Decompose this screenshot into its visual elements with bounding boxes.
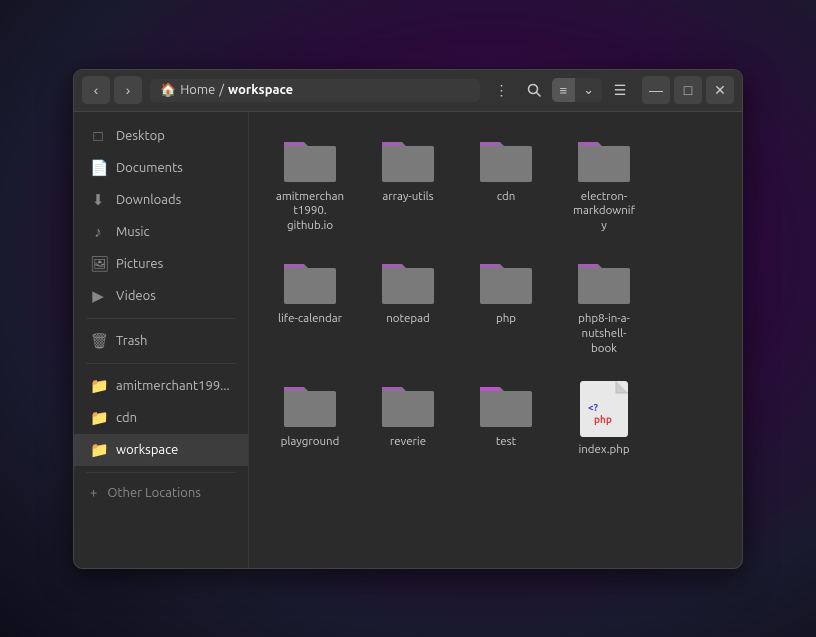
sidebar-item-cdn[interactable]: 📁 cdn	[74, 402, 248, 434]
sidebar-item-trash[interactable]: 🗑 Trash	[74, 325, 248, 357]
view-toggle: ≡ ⌄	[552, 78, 603, 102]
sidebar-label-downloads: Downloads	[116, 193, 181, 207]
close-button[interactable]: ✕	[706, 76, 734, 104]
file-item-electron-markdownify[interactable]: electron-markdownify	[559, 128, 649, 243]
sidebar-label-desktop: Desktop	[116, 129, 165, 143]
home-icon: 🏠	[160, 83, 176, 98]
desktop-icon: □	[90, 127, 106, 145]
file-item-playground[interactable]: playground	[265, 373, 355, 466]
file-item-test[interactable]: test	[461, 373, 551, 466]
file-item-array-utils[interactable]: array-utils	[363, 128, 453, 243]
file-item-amitmerchant[interactable]: amitmerchant1990.github.io	[265, 128, 355, 243]
pictures-icon: 🖼	[90, 255, 106, 273]
sidebar-divider-3	[86, 472, 236, 473]
file-name-life-calendar: life-calendar	[278, 312, 342, 327]
documents-icon: 📄	[90, 159, 106, 177]
sidebar-item-pictures[interactable]: 🖼 Pictures	[74, 248, 248, 280]
file-name-array-utils: array-utils	[382, 190, 433, 205]
other-locations-button[interactable]: + Other Locations	[74, 479, 248, 507]
back-button[interactable]: ‹	[82, 76, 110, 104]
folder-icon-test	[478, 381, 534, 429]
file-name-playground: playground	[281, 435, 340, 450]
sidebar-label-music: Music	[116, 225, 150, 239]
amitmerchant-folder-icon: 📁	[90, 377, 106, 395]
window-controls: — □ ✕	[642, 76, 734, 104]
other-locations-label: Other Locations	[107, 486, 201, 500]
file-area: amitmerchant1990.github.io array-utils	[249, 112, 742, 568]
file-name-index-php: index.php	[578, 443, 629, 458]
breadcrumb-home[interactable]: Home	[180, 83, 215, 97]
titlebar: ‹ › 🏠 Home / workspace ⋮ ≡ ⌄ ☰ — □	[74, 70, 742, 112]
view-dropdown-button[interactable]: ⌄	[575, 78, 602, 102]
music-icon: ♪	[90, 223, 106, 241]
search-icon	[527, 83, 541, 97]
cdn-folder-icon: 📁	[90, 409, 106, 427]
sidebar-label-pictures: Pictures	[116, 257, 163, 271]
videos-icon: ▶	[90, 287, 106, 305]
menu-button[interactable]: ⋮	[488, 76, 516, 104]
sidebar-item-documents[interactable]: 📄 Documents	[74, 152, 248, 184]
file-manager: ‹ › 🏠 Home / workspace ⋮ ≡ ⌄ ☰ — □	[73, 69, 743, 569]
folder-icon-php	[478, 258, 534, 306]
file-name-reverie: reverie	[390, 435, 426, 450]
sidebar-label-amitmerchant: amitmerchant199...	[116, 379, 230, 393]
folder-icon-reverie	[380, 381, 436, 429]
svg-text:<?: <?	[588, 402, 599, 413]
folder-icon-cdn	[478, 136, 534, 184]
titlebar-right: ⋮ ≡ ⌄ ☰	[488, 76, 635, 104]
sidebar-item-desktop[interactable]: □ Desktop	[74, 120, 248, 152]
maximize-button[interactable]: □	[674, 76, 702, 104]
breadcrumb: 🏠 Home / workspace	[150, 79, 480, 102]
file-item-php8-book[interactable]: php8-in-a-nutshell-book	[559, 250, 649, 365]
folder-icon-php8-book	[576, 258, 632, 306]
add-icon: +	[90, 486, 97, 500]
sidebar-item-music[interactable]: ♪ Music	[74, 216, 248, 248]
workspace-folder-icon: 📁	[90, 441, 106, 459]
file-name-php8-book: php8-in-a-nutshell-book	[578, 312, 630, 357]
sidebar-label-videos: Videos	[116, 289, 156, 303]
folder-icon-notepad	[380, 258, 436, 306]
svg-text:php: php	[594, 414, 612, 425]
list-view-button[interactable]: ≡	[552, 78, 576, 102]
folder-icon-array-utils	[380, 136, 436, 184]
sidebar-item-downloads[interactable]: ⬇ Downloads	[74, 184, 248, 216]
file-item-life-calendar[interactable]: life-calendar	[265, 250, 355, 365]
search-button[interactable]	[520, 76, 548, 104]
trash-icon: 🗑	[90, 332, 106, 350]
file-item-index-php[interactable]: <? php index.php	[559, 373, 649, 466]
file-name-php: php	[496, 312, 516, 327]
file-name-amitmerchant: amitmerchant1990.github.io	[276, 190, 344, 235]
sidebar-item-videos[interactable]: ▶ Videos	[74, 280, 248, 312]
file-name-test: test	[496, 435, 516, 450]
sidebar-label-workspace: workspace	[116, 443, 178, 457]
file-name-electron-markdownify: electron-markdownify	[573, 190, 635, 235]
sidebar-divider-1	[86, 318, 236, 319]
file-item-cdn[interactable]: cdn	[461, 128, 551, 243]
downloads-icon: ⬇	[90, 191, 106, 209]
folder-icon-amitmerchant	[282, 136, 338, 184]
minimize-button[interactable]: —	[642, 76, 670, 104]
sidebar-divider-2	[86, 363, 236, 364]
panel-button[interactable]: ☰	[606, 76, 634, 104]
folder-icon-life-calendar	[282, 258, 338, 306]
file-name-cdn: cdn	[497, 190, 516, 205]
breadcrumb-separator: /	[219, 83, 224, 97]
sidebar-label-trash: Trash	[116, 334, 147, 348]
sidebar-item-amitmerchant[interactable]: 📁 amitmerchant199...	[74, 370, 248, 402]
breadcrumb-current: workspace	[228, 83, 293, 97]
sidebar-label-cdn: cdn	[116, 411, 137, 425]
file-name-notepad: notepad	[386, 312, 430, 327]
file-item-notepad[interactable]: notepad	[363, 250, 453, 365]
php-file-icon: <? php	[580, 381, 628, 437]
sidebar-label-documents: Documents	[116, 161, 183, 175]
folder-icon-electron-markdownify	[576, 136, 632, 184]
file-item-reverie[interactable]: reverie	[363, 373, 453, 466]
main-content: □ Desktop 📄 Documents ⬇ Downloads ♪ Musi…	[74, 112, 742, 568]
file-item-php[interactable]: php	[461, 250, 551, 365]
folder-icon-playground	[282, 381, 338, 429]
forward-button[interactable]: ›	[114, 76, 142, 104]
sidebar: □ Desktop 📄 Documents ⬇ Downloads ♪ Musi…	[74, 112, 249, 568]
sidebar-item-workspace[interactable]: 📁 workspace	[74, 434, 248, 466]
